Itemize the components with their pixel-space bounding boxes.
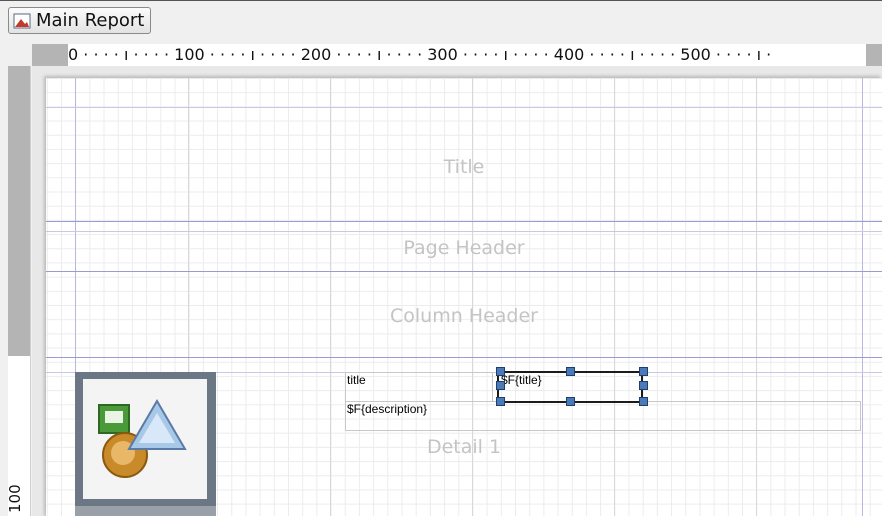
report-icon — [13, 13, 31, 29]
resize-handle-n[interactable] — [566, 367, 575, 376]
band-separator-column-header[interactable] — [46, 357, 882, 358]
resize-handle-e[interactable] — [639, 381, 648, 390]
resize-handle-w[interactable] — [496, 381, 505, 390]
band-subline — [46, 231, 882, 232]
resize-handle-se[interactable] — [639, 397, 648, 406]
image-element[interactable] — [75, 372, 216, 506]
band-column-header-label: Column Header — [390, 305, 538, 327]
resize-handle-s[interactable] — [566, 397, 575, 406]
ruler-margin-left — [32, 44, 68, 66]
vertical-ruler-label: 100 — [6, 484, 24, 514]
image-element-icon — [83, 379, 207, 499]
vertical-ruler-margin — [8, 66, 30, 356]
band-page-header-label: Page Header — [403, 237, 525, 259]
report-designer-canvas[interactable]: Title Page Header Column Header Detail 1 — [32, 66, 882, 516]
report-page[interactable]: Title Page Header Column Header Detail 1 — [46, 78, 882, 516]
image-element-bottom — [75, 506, 216, 516]
resize-handle-sw[interactable] — [496, 397, 505, 406]
resize-handle-nw[interactable] — [496, 367, 505, 376]
band-separator-page-header[interactable] — [46, 271, 882, 272]
resize-handle-ne[interactable] — [639, 367, 648, 376]
tab-label: Main Report — [36, 10, 145, 31]
top-margin-line — [46, 107, 882, 108]
static-text-title[interactable]: title — [345, 372, 493, 402]
text-field-description[interactable]: $F{description} — [345, 401, 861, 431]
band-separator-title[interactable] — [46, 221, 882, 222]
ruler-margin-right — [866, 44, 882, 66]
band-title-label: Title — [443, 156, 485, 178]
editor-tab-bar: Main Report — [0, 0, 882, 40]
horizontal-ruler-labels: 0 · · · · ı · · · · 100 · · · · ı · · · … — [68, 45, 772, 64]
main-report-tab[interactable]: Main Report — [8, 7, 152, 34]
